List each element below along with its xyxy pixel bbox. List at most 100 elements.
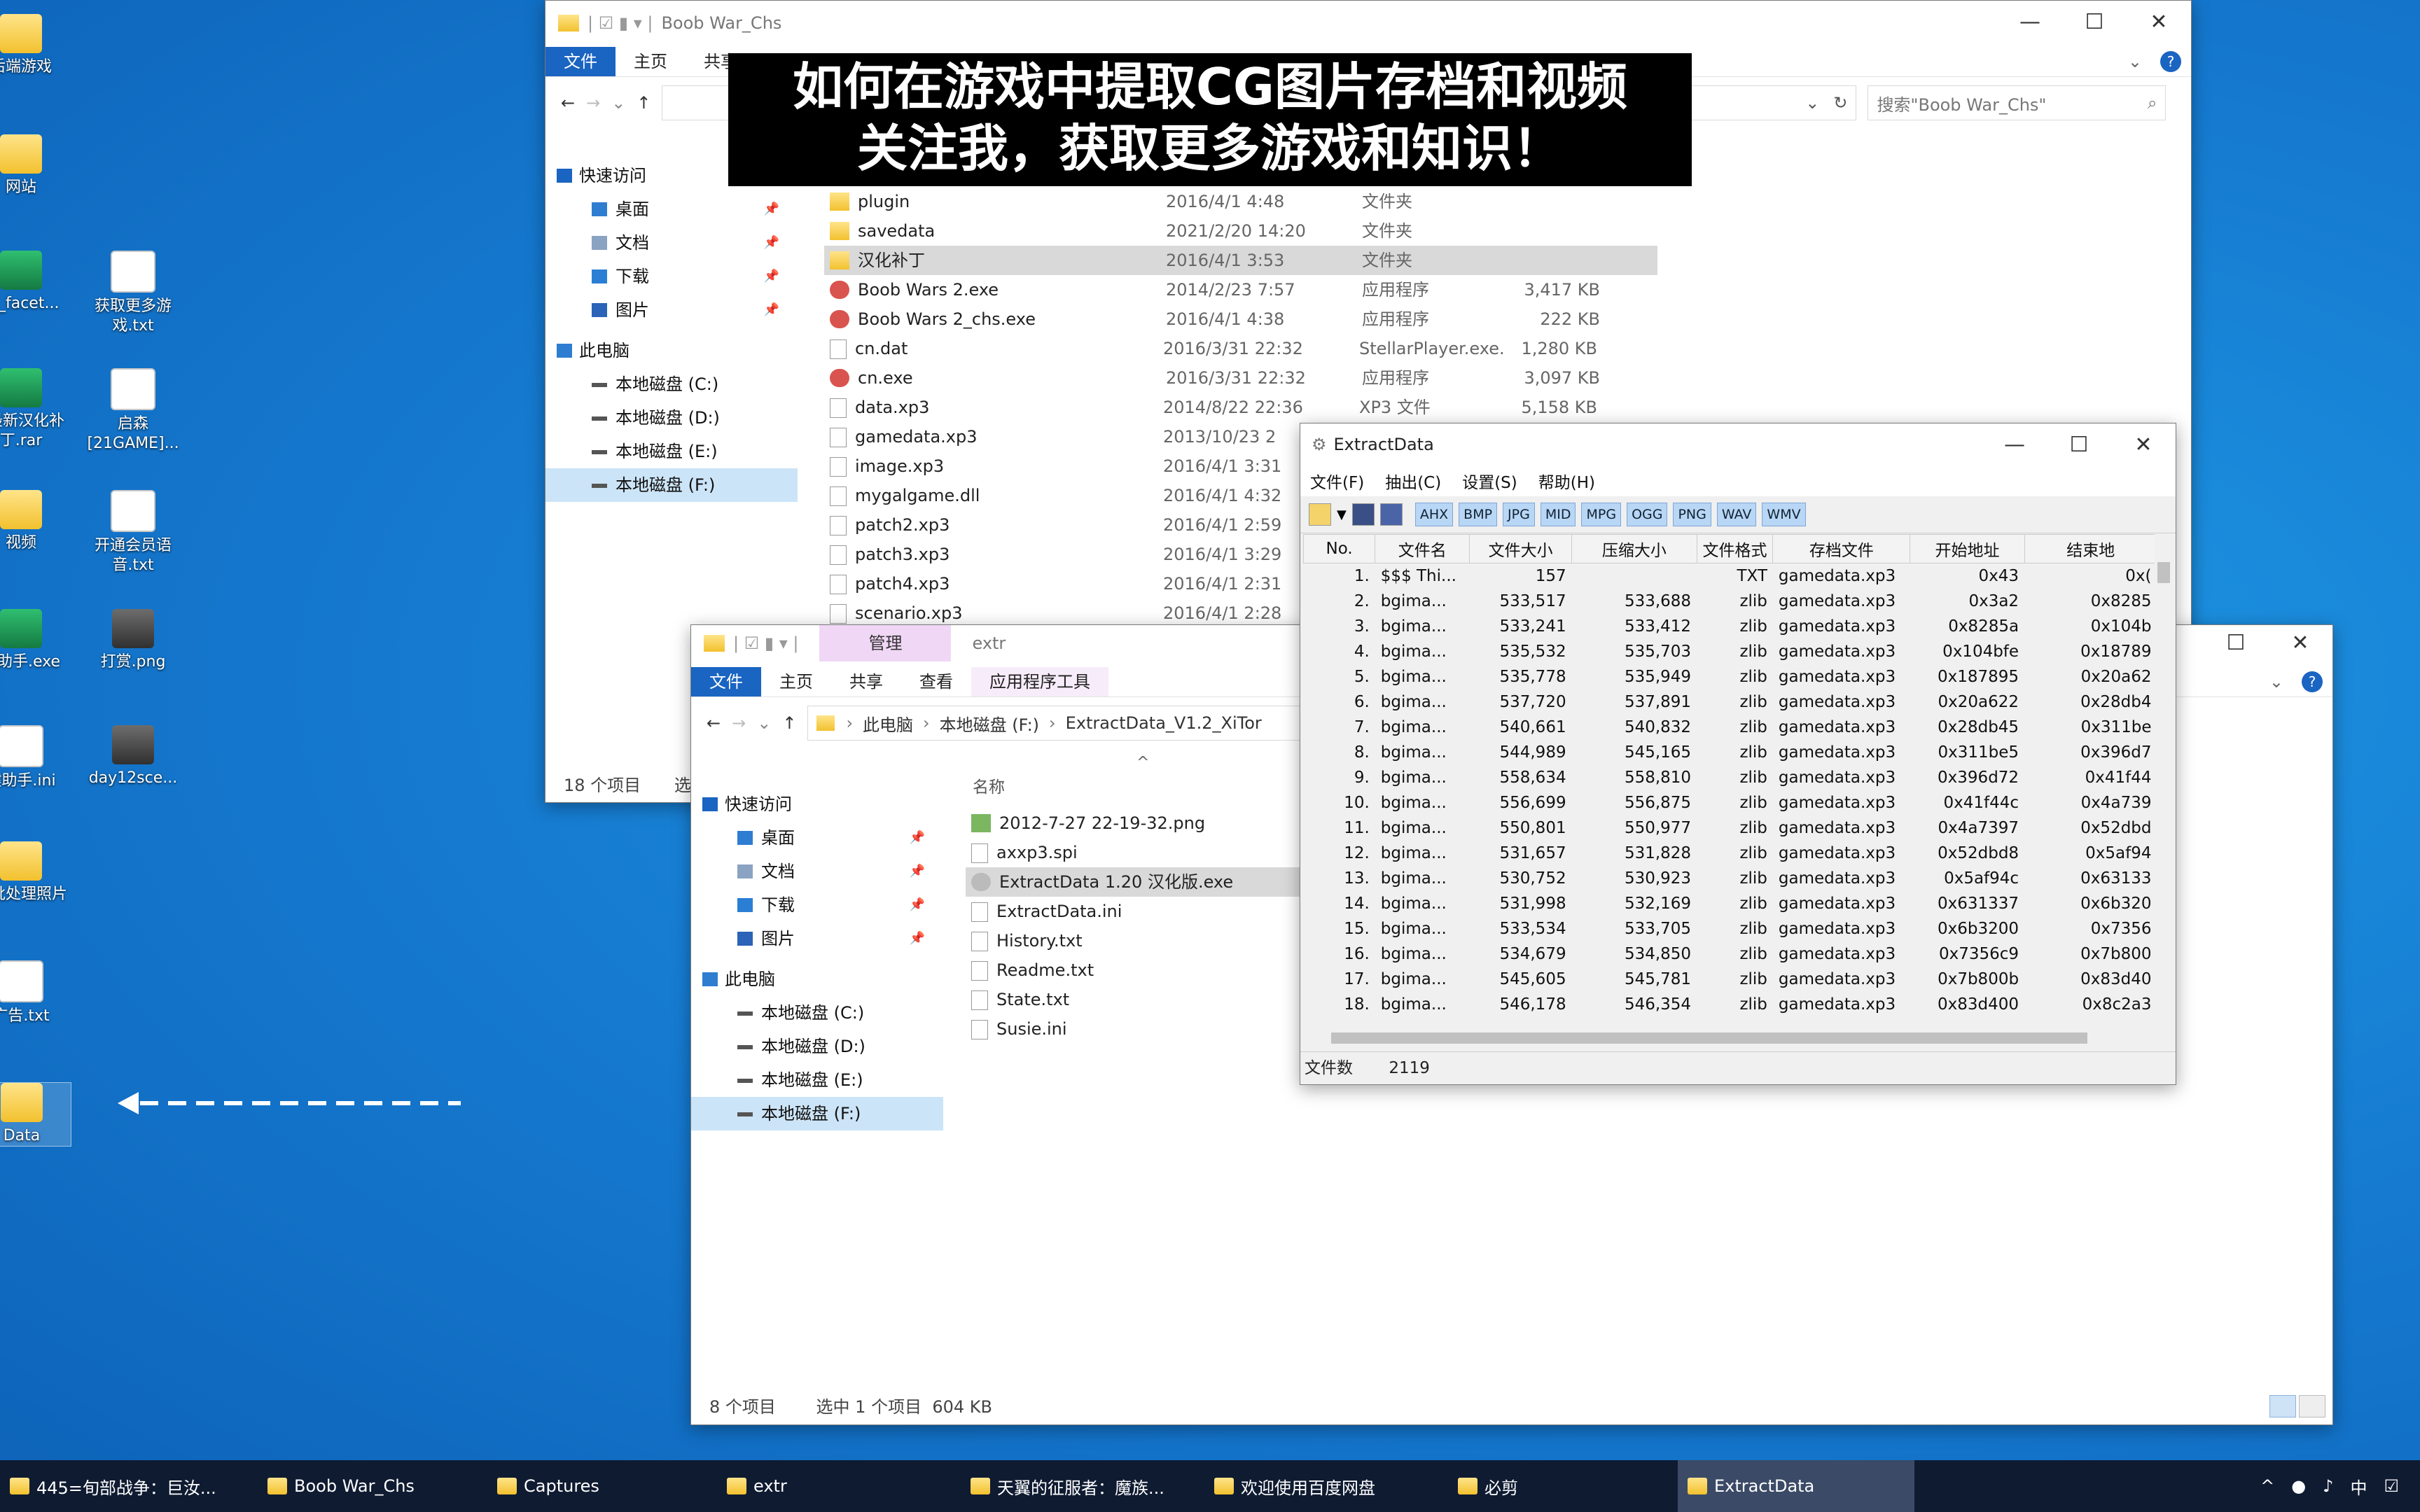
file-row[interactable]: Boob Wars 2_chs.exe 2016/4/1 4:38 应用程序 222 … <box>824 304 1657 334</box>
breadcrumb-folder[interactable]: ExtractData_V1.2_XiTor <box>1066 713 1262 733</box>
nav-item[interactable]: 本地磁盘 (C:) <box>545 368 798 401</box>
table-row[interactable]: 10. bgima... 556,699 556,875 zlib gamedata.xp… <box>1304 790 2157 816</box>
file-row[interactable]: Boob Wars 2.exe 2014/2/23 7:57 应用程序 3,417 K… <box>824 275 1657 304</box>
dropdown-arrow-icon[interactable]: ▼ <box>1337 507 1347 522</box>
view-details-icon[interactable] <box>2269 1395 2296 1418</box>
search-input[interactable]: 搜索"Boob War_Chs" ⌕ <box>1868 85 2167 120</box>
tab-view[interactable]: 查看 <box>901 667 971 696</box>
qq-icon[interactable]: ● <box>2291 1476 2306 1496</box>
table-row[interactable]: 8. bgima... 544,989 545,165 zlib gamedata.xp3… <box>1304 740 2157 765</box>
file-row[interactable]: cn.dat 2016/3/31 22:32 StellarPlayer.exe..… <box>824 334 1657 363</box>
table-row[interactable]: 12. bgima... 531,657 531,828 zlib gamedata.xp… <box>1304 841 2157 866</box>
tab-file[interactable]: 文件 <box>545 47 616 76</box>
column-header[interactable]: 开始地址 <box>1910 534 2025 564</box>
up-icon[interactable]: ↑ <box>782 713 796 733</box>
taskbar-item[interactable]: 必剪 <box>1448 1460 1678 1512</box>
taskbar-item[interactable]: Boob War_Chs <box>258 1460 487 1512</box>
table-row[interactable]: 18. bgima... 546,178 546,354 zlib gamedata.xp… <box>1304 992 2157 1017</box>
nav-item[interactable]: 本地磁盘 (E:) <box>691 1063 943 1097</box>
desktop-icon[interactable]: Data <box>0 1082 71 1147</box>
desktop-icon[interactable]: 开通会员语音.txt <box>84 490 182 575</box>
forward-icon[interactable]: → <box>586 93 600 113</box>
file-row[interactable]: axxp3.spi <box>966 838 1302 867</box>
column-header[interactable]: 文件大小 <box>1469 534 1573 564</box>
back-icon[interactable]: ← <box>707 713 721 733</box>
table-row[interactable]: 6. bgima... 537,720 537,891 zlib gamedata.xp3… <box>1304 690 2157 715</box>
close-button[interactable]: ✕ <box>2127 1 2191 43</box>
save-icon[interactable] <box>1351 503 1375 526</box>
desktop-icon[interactable]: 2最新汉化补丁.rar <box>0 368 70 451</box>
table-row[interactable]: 13. bgima... 530,752 530,923 zlib gamedata.xp… <box>1304 866 2157 891</box>
file-row[interactable]: plugin 2016/4/1 4:48 文件夹 <box>824 187 1657 216</box>
help-icon[interactable]: ? <box>2160 51 2181 72</box>
menu-settings[interactable]: 设置(S) <box>1462 469 1517 493</box>
nav-item[interactable]: 此电脑 <box>691 962 943 996</box>
menu-extract[interactable]: 抽出(C) <box>1385 469 1441 493</box>
open-folder-icon[interactable] <box>1309 503 1331 526</box>
taskbar-item[interactable]: ExtractData <box>1678 1460 1914 1512</box>
taskbar-item[interactable]: extr <box>717 1460 961 1512</box>
desktop-icon[interactable]: m_facet... <box>0 251 70 314</box>
format-toggle-ogg[interactable]: OGG <box>1627 503 1668 526</box>
nav-item[interactable]: 桌面 📌 <box>691 821 943 855</box>
breadcrumb-this-pc[interactable]: 此电脑 <box>863 711 913 736</box>
file-row[interactable]: Readme.txt <box>966 955 1302 985</box>
nav-item[interactable]: 图片 📌 <box>545 293 798 327</box>
format-toggle-ahx[interactable]: AHX <box>1414 503 1454 526</box>
tab-share[interactable]: 共享 <box>831 667 901 696</box>
scroll-thumb[interactable] <box>2157 562 2170 583</box>
nav-item[interactable]: 本地磁盘 (E:) <box>545 435 798 468</box>
tab-home[interactable]: 主页 <box>761 667 831 696</box>
desktop-icon[interactable]: 网站 <box>0 134 70 197</box>
maximize-button[interactable]: ☐ <box>2062 1 2127 43</box>
up-icon[interactable]: ↑ <box>637 93 651 113</box>
nav-item[interactable]: 文档 📌 <box>545 226 798 260</box>
nav-item[interactable]: 本地磁盘 (D:) <box>545 401 798 435</box>
column-header[interactable]: No. <box>1302 534 1376 564</box>
table-row[interactable]: 5. bgima... 535,778 535,949 zlib gamedata.xp3… <box>1304 664 2157 690</box>
desktop-icon[interactable]: 键助手.ini <box>0 725 70 791</box>
volume-icon[interactable]: ♪ <box>2323 1476 2333 1496</box>
column-header[interactable]: 文件名 <box>1375 534 1470 564</box>
close-button[interactable]: ✕ <box>2111 424 2176 465</box>
tray-chevron-icon[interactable]: ^ <box>2260 1476 2274 1496</box>
format-toggle-bmp[interactable]: BMP <box>1459 503 1498 526</box>
menu-file[interactable]: 文件(F) <box>1310 469 1364 493</box>
file-row[interactable]: cn.exe 2016/3/31 22:32 应用程序 3,097 KB <box>824 363 1657 393</box>
tab-app-tools[interactable]: 应用程序工具 <box>971 667 1108 696</box>
action-center-icon[interactable]: ☑ <box>2384 1476 2399 1496</box>
menu-help[interactable]: 帮助(H) <box>1538 469 1595 493</box>
desktop-icon[interactable]: 图批处理照片 <box>0 841 70 904</box>
quick-access-toolbar[interactable]: | ☑ ▮ ▾ | <box>587 13 653 33</box>
desktop-icon[interactable]: 获取更多游戏.txt <box>84 251 182 336</box>
tab-home[interactable]: 主页 <box>616 47 686 76</box>
taskbar-item[interactable]: Captures <box>487 1460 717 1512</box>
file-row[interactable]: History.txt <box>966 926 1302 955</box>
maximize-button[interactable]: ☐ <box>2204 625 2268 660</box>
tab-manage[interactable]: 管理 <box>819 625 952 662</box>
format-toggle-wav[interactable]: WAV <box>1716 503 1757 526</box>
column-header[interactable]: 存档文件 <box>1772 534 1911 564</box>
save-all-icon[interactable] <box>1379 503 1403 526</box>
file-row[interactable]: State.txt <box>966 985 1302 1014</box>
minimize-button[interactable]: — <box>1982 424 2047 465</box>
table-row[interactable]: 17. bgima... 545,605 545,781 zlib gamedata.xp… <box>1304 967 2157 992</box>
minimize-button[interactable]: — <box>1998 1 2062 43</box>
table-row[interactable]: 3. bgima... 533,241 533,412 zlib gamedata.xp3… <box>1304 614 2157 639</box>
desktop-icon[interactable]: 视频 <box>0 490 70 553</box>
nav-item[interactable]: 桌面 📌 <box>545 192 798 226</box>
file-row[interactable]: ExtractData 1.20 汉化版.exe <box>966 867 1302 897</box>
table-row[interactable]: 4. bgima... 535,532 535,703 zlib gamedata.xp3… <box>1304 639 2157 664</box>
table-row[interactable]: 16. bgima... 534,679 534,850 zlib gamedata.xp… <box>1304 941 2157 967</box>
format-toggle-mpg[interactable]: MPG <box>1581 503 1622 526</box>
desktop-icon[interactable]: 后端游戏 <box>0 14 70 77</box>
recent-icon[interactable]: ⌄ <box>757 713 771 733</box>
nav-item[interactable]: 本地磁盘 (C:) <box>691 996 943 1030</box>
table-row[interactable]: 15. bgima... 533,534 533,705 zlib gamedata.xp… <box>1304 916 2157 941</box>
file-row[interactable]: ExtractData.ini <box>966 897 1302 926</box>
back-icon[interactable]: ← <box>561 93 575 113</box>
column-header[interactable]: 结束地 <box>2024 534 2158 564</box>
table-row[interactable]: 14. bgima... 531,998 532,169 zlib gamedata.xp… <box>1304 891 2157 916</box>
view-tiles-icon[interactable] <box>2299 1395 2325 1418</box>
nav-item[interactable]: 下载 📌 <box>545 260 798 293</box>
